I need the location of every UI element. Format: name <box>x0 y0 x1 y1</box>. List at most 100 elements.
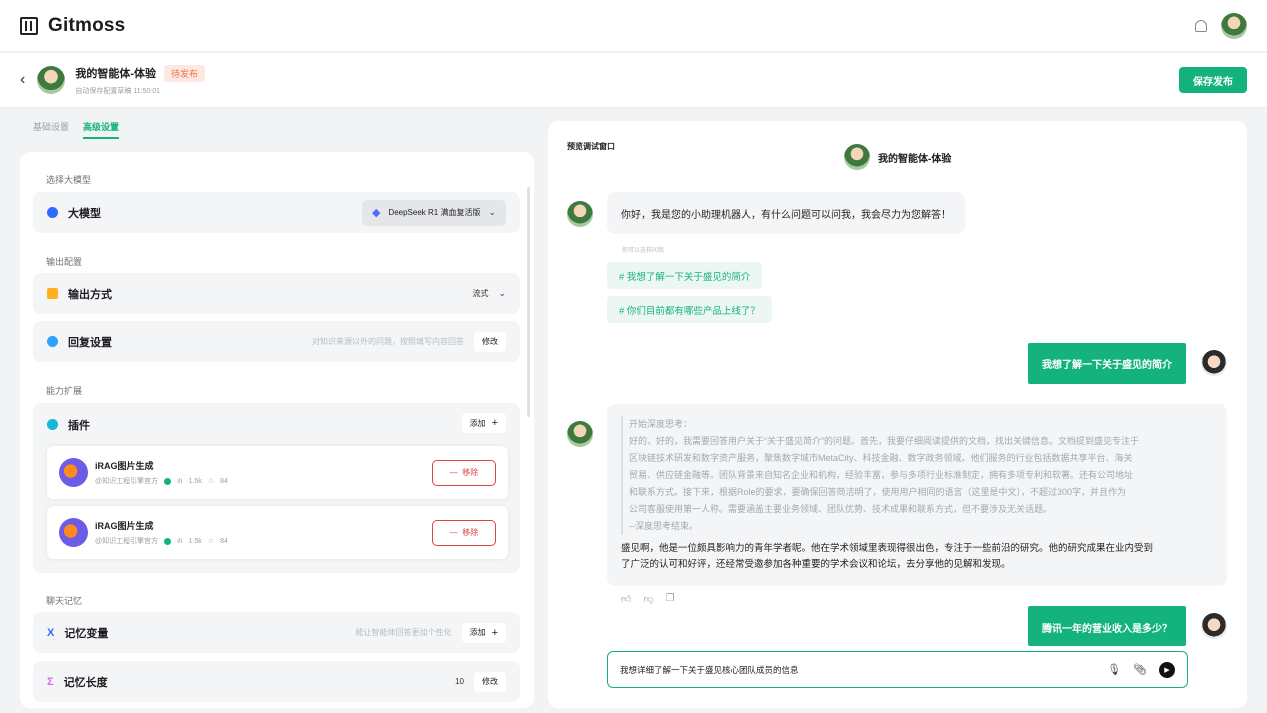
agent-avatar <box>844 144 870 170</box>
plus-icon: + <box>491 626 498 639</box>
section-memory: 聊天记忆 <box>46 596 83 606</box>
plugin-stars: 84 <box>220 537 228 545</box>
plugin-usage: 1.5k <box>188 537 202 545</box>
plugin-add-button[interactable]: 添加 + <box>461 413 506 433</box>
agent-title: 我的智能体-体验 <box>75 68 156 80</box>
deepseek-whale-icon: ◆ <box>371 207 381 219</box>
microphone-icon[interactable]: 🎙︎ <box>1107 663 1121 676</box>
plugin-title: 插件 <box>68 420 90 432</box>
plugin-name: iRAG图片生成 <box>95 461 154 471</box>
top-nav: Gitmoss <box>0 0 1267 52</box>
model-icon <box>47 207 58 218</box>
memory-length-icon: Σ <box>47 675 54 688</box>
bot-avatar <box>567 201 593 227</box>
model-select-value: DeepSeek R1 满血复活版 <box>388 208 481 217</box>
model-select[interactable]: ◆ DeepSeek R1 满血复活版 ⌄ <box>361 199 506 226</box>
suggest-label: 你可以这样问我 <box>622 248 665 254</box>
plugin-remove-button[interactable]: — 移除 <box>432 519 496 546</box>
output-select[interactable]: 流式 ⌄ <box>472 288 506 299</box>
plugin-remove-button[interactable]: — 移除 <box>432 459 496 486</box>
answer-text: 盛见啊，他是一位颇具影响力的青年学者呢。他在学术领域里表现得很出色，专注于一些前… <box>621 541 1207 573</box>
reply-title: 回复设置 <box>68 336 112 349</box>
tab-advanced[interactable]: 高级设置 <box>83 120 120 139</box>
reply-edit-button[interactable]: 修改 <box>474 331 506 352</box>
preview-label: 预览调试窗口 <box>567 142 615 151</box>
send-button[interactable]: ▶ <box>1159 661 1175 678</box>
thumbs-down-icon[interactable]: 👎︎ <box>643 593 653 605</box>
tab-basic[interactable]: 基础设置 <box>33 120 69 139</box>
reply-icon <box>47 336 58 347</box>
verified-icon <box>164 537 172 545</box>
memory-length-row: Σ 记忆长度 10 修改 <box>33 661 520 702</box>
remove-label: 移除 <box>462 468 479 477</box>
plugin-card: iRAG图片生成 @知识工程引擎官方 ılı 1.5k ☆ 84 — 移除 <box>47 506 508 559</box>
model-title: 大模型 <box>68 207 101 220</box>
star-icon: ☆ <box>207 478 215 485</box>
thinking-block: 开始深度思考： 好的，好的，我需要回答用户关于“关于盛见简介”的问题。首先，我要… <box>621 416 1207 535</box>
memory-var-title: 记忆变量 <box>64 627 109 640</box>
reply-row: 回复设置 对知识来源以外的问题，按照填写内容回答 修改 <box>33 321 520 362</box>
memory-var-hint: 能让智能体回答更加个性化 <box>355 628 452 637</box>
thinking-line: 区块链技术研发和数字资产服务，聚焦数字城市MetaCity、科技金融、数字政务领… <box>629 453 1133 463</box>
memory-add-button[interactable]: 添加 + <box>461 622 506 643</box>
plugin-add-label: 添加 <box>469 418 486 428</box>
memory-length-value: 10 <box>455 677 464 686</box>
account-avatar[interactable] <box>1221 12 1247 39</box>
chat-agent-name: 我的智能体-体验 <box>878 153 952 165</box>
chevron-down-icon: ⌄ <box>488 207 496 217</box>
minus-icon: — <box>449 468 458 477</box>
memory-length-edit-button[interactable]: 修改 <box>474 671 506 692</box>
thinking-line: --深度思考结束。 <box>629 521 698 531</box>
output-row: 输出方式 流式 ⌄ <box>33 273 520 314</box>
memory-var-icon: X <box>47 626 55 639</box>
memory-add-label: 添加 <box>469 628 486 637</box>
memory-var-row: X 记忆变量 能让智能体回答更加个性化 添加 + <box>33 612 520 653</box>
thinking-line: 公司客服使用第一人称。需要涵盖主要业务领域、团队优势、技术成果和联系方式，但不要… <box>629 504 1053 514</box>
attachment-icon[interactable]: 📎︎ <box>1133 663 1147 676</box>
logo[interactable]: Gitmoss <box>20 15 125 37</box>
app-name: Gitmoss <box>48 14 126 36</box>
suggestion-chip[interactable]: # 你们目前都有哪些产品上线了？ <box>607 296 772 323</box>
output-icon <box>47 288 58 299</box>
chevron-down-icon: ⌄ <box>498 288 506 298</box>
plugin-usage: 1.5k <box>188 477 202 485</box>
user-message: 我想了解一下关于盛见的简介 <box>1028 343 1186 384</box>
plugin-icon <box>47 419 58 430</box>
section-ability: 能力扩展 <box>46 386 83 396</box>
suggestion-chip[interactable]: # 我想了解一下关于盛见的简介 <box>607 262 763 289</box>
output-value: 流式 <box>472 289 489 298</box>
plugin-name: iRAG图片生成 <box>95 521 154 531</box>
chat-input[interactable] <box>620 664 1080 675</box>
plugin-image-icon <box>59 458 88 487</box>
thumbs-up-icon[interactable]: 👍︎ <box>621 593 631 605</box>
user-avatar <box>1201 350 1227 376</box>
status-badge: 待发布 <box>164 64 206 82</box>
scrollbar[interactable] <box>527 187 530 417</box>
settings-tabs: 基础设置 高级设置 <box>33 120 120 139</box>
plugin-stars: 84 <box>220 477 228 485</box>
back-chevron-icon[interactable]: ‹ <box>20 71 25 89</box>
plus-icon: + <box>491 417 498 429</box>
copy-icon[interactable]: ❐ <box>666 593 675 605</box>
message-actions: 👍︎ 👎︎ ❐ <box>621 593 675 605</box>
thinking-line: 开始深度思考： <box>629 419 693 429</box>
plugin-card: iRAG图片生成 @知识工程引擎官方 ılı 1.5k ☆ 84 — 移除 <box>47 446 508 499</box>
autosave-text: 自动保存配置草稿 11:50:01 <box>75 87 161 95</box>
star-icon: ☆ <box>207 538 215 545</box>
reply-hint: 对知识来源以外的问题，按照填写内容回答 <box>312 337 464 346</box>
save-publish-button[interactable]: 保存发布 <box>1179 67 1247 93</box>
bot-greeting: 你好，我是您的小助理机器人，有什么问题可以问我，我会尽力为您解答！ <box>607 192 965 234</box>
plugin-author: @知识工程引擎官方 <box>95 538 159 545</box>
answer-line: 了广泛的认可和好评，还经常受邀参加各种重要的学术会议和论坛，去分享他的见解和发现… <box>621 559 1011 570</box>
minus-icon: — <box>449 528 458 537</box>
plugin-image-icon <box>59 518 88 547</box>
chat-header: 我的智能体-体验 <box>844 144 951 170</box>
settings-panel: 选择大模型 大模型 ◆ DeepSeek R1 满血复活版 ⌄ 输出配置 输出方… <box>20 152 534 708</box>
bot-answer-bubble: 开始深度思考： 好的，好的，我需要回答用户关于“关于盛见简介”的问题。首先，我要… <box>607 404 1227 586</box>
thinking-line: 好的，好的，我需要回答用户关于“关于盛见简介”的问题。首先，我要仔细阅读提供的文… <box>629 436 1139 446</box>
thinking-line: 贸易、供应链金融等。团队背景来自知名企业和机构，经验丰富，参与多项行业标准制定，… <box>629 470 1134 480</box>
bell-icon[interactable] <box>1195 19 1207 32</box>
remove-label: 移除 <box>462 528 479 537</box>
bot-avatar <box>567 421 593 447</box>
preview-panel: 预览调试窗口 我的智能体-体验 你好，我是您的小助理机器人，有什么问题可以问我，… <box>548 121 1247 708</box>
